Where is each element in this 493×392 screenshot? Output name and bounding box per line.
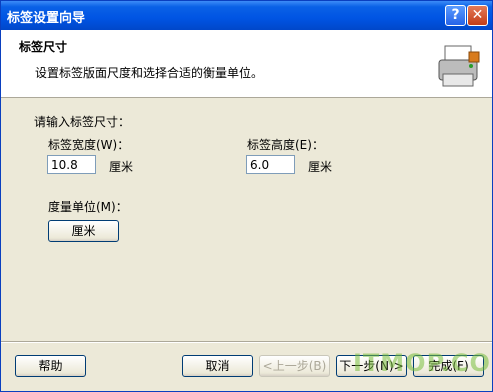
unit-label: 度量单位(M)：: [48, 200, 128, 214]
unit-button[interactable]: 厘米: [48, 220, 119, 242]
cancel-button[interactable]: 取消: [182, 355, 253, 377]
title-bar: 标签设置向导 ? ✕: [1, 1, 492, 30]
wizard-window: 标签设置向导 ? ✕ 标签尺寸 设置标签版面尺度和选择合适的衡量单位。 请输入标…: [0, 0, 493, 392]
width-field[interactable]: [47, 155, 96, 174]
help-icon[interactable]: ?: [445, 5, 466, 26]
wizard-header: 标签尺寸 设置标签版面尺度和选择合适的衡量单位。: [1, 30, 492, 98]
page-title: 标签尺寸: [19, 40, 68, 54]
close-icon[interactable]: ✕: [467, 5, 488, 26]
width-unit: 厘米: [109, 160, 134, 174]
height-field[interactable]: [246, 155, 295, 174]
label-printer-icon: [438, 45, 480, 87]
page-subtitle: 设置标签版面尺度和选择合适的衡量单位。: [35, 66, 264, 80]
width-label: 标签宽度(W)：: [48, 138, 130, 152]
height-label: 标签高度(E)：: [247, 138, 324, 152]
help-button[interactable]: 帮助: [15, 355, 86, 377]
footer-divider: [1, 341, 492, 343]
size-prompt: 请输入标签尺寸：: [34, 115, 131, 129]
window-title: 标签设置向导: [7, 11, 86, 26]
back-button[interactable]: <上一步(B): [259, 355, 330, 377]
height-unit: 厘米: [308, 160, 333, 174]
watermark-text: ITMOP.COM: [353, 349, 493, 377]
